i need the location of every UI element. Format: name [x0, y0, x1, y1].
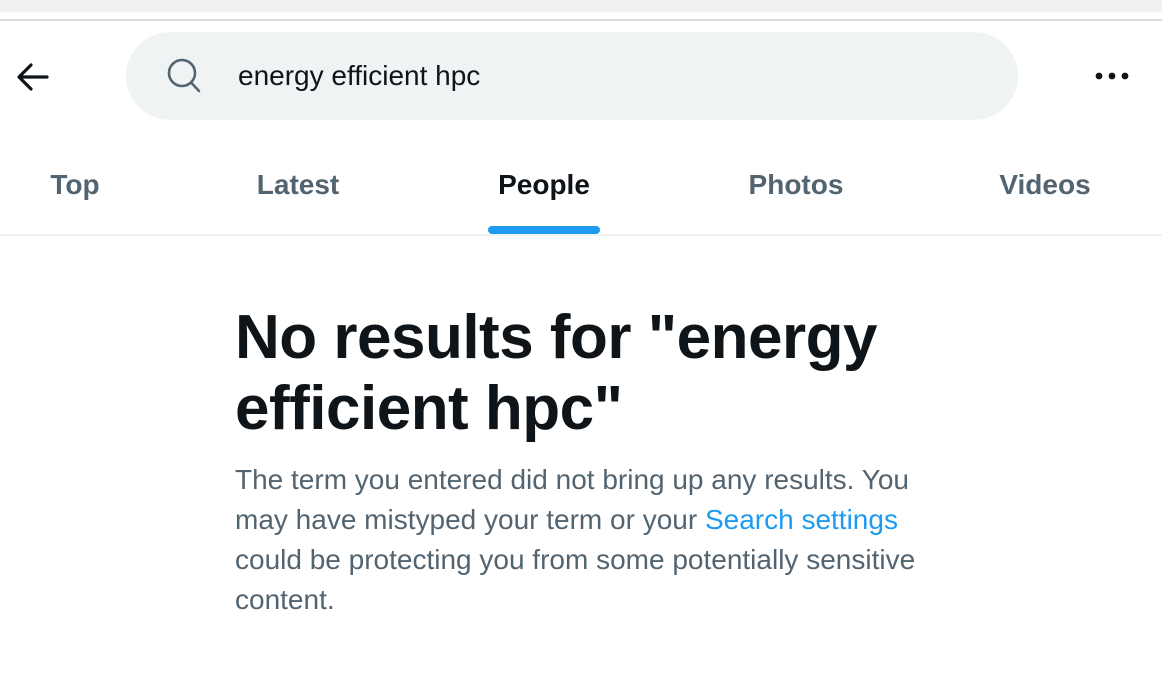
tab-photos[interactable]: Photos [696, 135, 896, 234]
active-tab-indicator [488, 226, 600, 234]
search-icon [167, 58, 201, 93]
browser-top-strip [0, 0, 1162, 12]
empty-state-title: No results for "energy efficient hpc" [235, 303, 878, 443]
browser-divider [0, 19, 1162, 21]
empty-state-description: The term you entered did not bring up an… [235, 460, 925, 620]
tab-latest[interactable]: Latest [198, 135, 398, 234]
tabs-divider [0, 234, 1162, 236]
tab-top[interactable]: Top [0, 135, 150, 234]
more-button[interactable] [1088, 56, 1136, 96]
back-button[interactable] [10, 54, 56, 100]
search-settings-link[interactable]: Search settings [705, 504, 898, 535]
arrow-left-icon [17, 63, 49, 91]
search-tabs: Top Latest People Photos Videos [0, 135, 1162, 235]
search-input[interactable] [238, 32, 978, 120]
more-horizontal-icon [1095, 72, 1129, 80]
tab-people[interactable]: People [444, 135, 644, 234]
empty-state-text-end: could be protecting you from some potent… [235, 544, 916, 615]
tab-videos[interactable]: Videos [945, 135, 1145, 234]
search-box[interactable] [126, 32, 1018, 120]
